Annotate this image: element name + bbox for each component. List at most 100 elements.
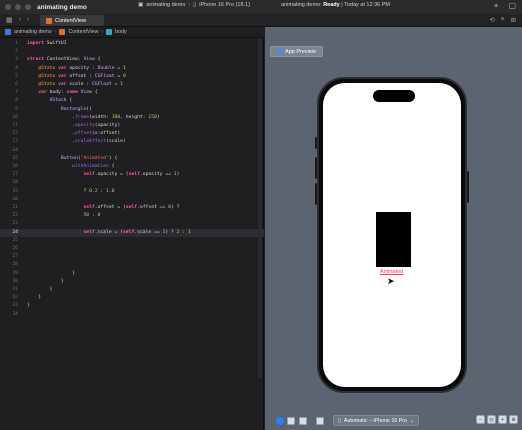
code-line[interactable]: 21 self.offset = (self.offset == 0) ? (0, 204, 264, 212)
device-selector[interactable]: ▯ Automatic – iPhone 16 Pro ⌄ (333, 415, 420, 426)
code-line[interactable]: 14 (0, 147, 264, 155)
code-line[interactable]: 33} (0, 302, 264, 310)
code-text[interactable]: @State var opacity : Double = 1 (27, 65, 126, 73)
code-line[interactable]: 12 .offset(x:offset) (0, 130, 264, 138)
code-line[interactable]: 29 } (0, 270, 264, 278)
selectable-icon[interactable] (287, 417, 295, 425)
code-line[interactable]: 26 (0, 245, 264, 253)
zoom-window-button[interactable] (25, 4, 31, 10)
code-text[interactable]: var body: some View { (27, 89, 97, 97)
line-number: 27 (12, 254, 18, 260)
status-prefix: animating demo: (281, 2, 324, 8)
code-line[interactable]: 25 (0, 237, 264, 245)
breadcrumb-symbol[interactable]: body (115, 29, 127, 35)
live-preview-icon[interactable] (276, 417, 284, 425)
code-text[interactable]: VStack { (27, 97, 73, 105)
code-text[interactable]: @State var scale : CGFloat = 1 (27, 81, 123, 89)
code-text[interactable]: struct ContentView: View { (27, 56, 100, 64)
app-preview-label: App Preview (285, 48, 316, 55)
grid-icon[interactable]: ▦ (6, 16, 13, 24)
code-text[interactable]: self.offset = (self.offset == 0) ? (27, 204, 179, 212)
code-text[interactable]: } (27, 294, 41, 302)
zoom-fit-icon[interactable]: ◎ (487, 415, 496, 424)
breadcrumb-project[interactable]: animating demo (14, 29, 52, 35)
line-number: 13 (12, 139, 18, 145)
code-line[interactable]: 28 (0, 261, 264, 269)
forward-arrow-icon[interactable]: › (27, 16, 29, 24)
variants-icon[interactable] (299, 417, 307, 425)
code-text[interactable]: self.opacity = (self.opacity == 1) (27, 171, 179, 179)
animated-button[interactable]: Animated (380, 269, 403, 275)
code-text[interactable]: } (27, 270, 75, 278)
back-arrow-icon[interactable]: ‹ (19, 16, 21, 24)
zoom-actual-icon[interactable]: ⊕ (509, 415, 518, 424)
code-text[interactable]: withAnimation { (27, 163, 114, 171)
code-line[interactable]: 31 } (0, 286, 264, 294)
code-text[interactable]: Button("Animated") { (27, 155, 117, 163)
code-line[interactable]: 17 self.opacity = (self.opacity == 1) (0, 171, 264, 179)
code-line[interactable]: 23 (0, 220, 264, 228)
code-line[interactable]: 19 ? 0.2 : 1.0 (0, 188, 264, 196)
code-editor[interactable]: 1 import SwiftUI 2 3 struct ContentView: Vie… (0, 38, 264, 430)
line-number: 3 (15, 57, 18, 63)
code-line[interactable]: 8 VStack { (0, 97, 264, 105)
code-line[interactable]: 22 50 : 0 (0, 212, 264, 220)
code-text[interactable]: self.scale = (self.scale == 1) ? 2 : 1 (27, 229, 190, 237)
minimize-window-button[interactable] (15, 4, 21, 10)
zoom-in-icon[interactable]: + (498, 415, 507, 424)
titlebar-actions: + ▢ (494, 1, 516, 10)
code-line[interactable]: 30 } (0, 278, 264, 286)
code-text[interactable]: .opacity(opacity) (27, 122, 120, 130)
tab-contentview[interactable]: ContentView (40, 15, 104, 26)
action-button (315, 137, 317, 149)
code-line[interactable]: 16 withAnimation { (0, 163, 264, 171)
breadcrumb-file[interactable]: ContentView (68, 29, 98, 35)
line-number: 12 (12, 131, 18, 137)
code-line[interactable]: 34 (0, 311, 264, 319)
code-line[interactable]: 18 (0, 179, 264, 187)
code-text[interactable]: Rectangle() (27, 106, 92, 114)
device-settings-icon[interactable] (316, 417, 324, 425)
add-button[interactable]: + (494, 1, 499, 10)
code-line[interactable]: 3 struct ContentView: View { (0, 56, 264, 64)
close-window-button[interactable] (5, 4, 11, 10)
code-line[interactable]: 1 import SwiftUI (0, 40, 264, 48)
code-line[interactable]: 4 @State var opacity : Double = 1 (0, 65, 264, 73)
split-editor-icon[interactable]: ⊞ (511, 16, 516, 24)
code-text[interactable]: .scaleEffect(scale) (27, 138, 126, 146)
code-line[interactable]: 10 .frame(width: 100, height: 150) (0, 114, 264, 122)
zoom-out-icon[interactable]: − (476, 415, 485, 424)
code-line[interactable]: 5 @State var offset : CGFloat = 0 (0, 73, 264, 81)
code-text[interactable]: .frame(width: 100, height: 150) (27, 114, 160, 122)
code-text[interactable]: @State var offset : CGFloat = 0 (27, 73, 126, 81)
code-line[interactable]: 20 (0, 196, 264, 204)
code-line[interactable]: 11 .opacity(opacity) (0, 122, 264, 130)
scheme-selector[interactable]: ▣ animating demo › ▯ iPhone 16 Pro (18.1… (138, 2, 250, 8)
inspector-toggle-icon[interactable]: ▢ (508, 1, 516, 10)
code-line[interactable]: 15 Button("Animated") { (0, 155, 264, 163)
code-line[interactable]: 27 (0, 253, 264, 261)
chevron-down-icon: ⌄ (409, 417, 415, 424)
code-text[interactable]: .offset(x:offset) (27, 130, 120, 138)
code-line[interactable]: 24 self.scale = (self.scale == 1) ? 2 : … (0, 228, 264, 237)
code-text[interactable]: 50 : 0 (27, 212, 100, 220)
code-text[interactable]: } (27, 286, 53, 294)
code-text[interactable]: import SwiftUI (27, 40, 67, 48)
code-text[interactable]: ? 0.2 : 1.0 (27, 188, 114, 196)
line-number: 23 (12, 221, 18, 227)
app-preview-button[interactable]: App Preview (270, 46, 323, 57)
code-text[interactable]: } (27, 302, 30, 310)
code-line[interactable]: 7 var body: some View { (0, 89, 264, 97)
code-line[interactable]: 32 } (0, 294, 264, 302)
code-line[interactable]: 13 .scaleEffect(scale) (0, 138, 264, 146)
code-line[interactable]: 2 (0, 48, 264, 56)
refresh-icon[interactable]: ⟲ (489, 16, 494, 24)
editor-options-icon[interactable]: ≡ (501, 16, 505, 24)
window-controls[interactable] (5, 4, 31, 10)
code-line[interactable]: 9 Rectangle() (0, 106, 264, 114)
line-number: 14 (12, 147, 18, 153)
code-text[interactable]: } (27, 278, 64, 286)
line-number: 32 (12, 295, 18, 301)
code-line[interactable]: 6 @State var scale : CGFloat = 1 (0, 81, 264, 89)
chevron-right-icon: › (54, 29, 57, 35)
